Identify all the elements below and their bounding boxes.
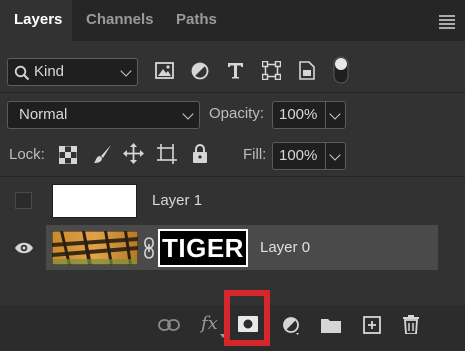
layer-name[interactable]: Layer 1 <box>152 192 202 209</box>
new-group-icon[interactable] <box>321 317 341 333</box>
filter-kind-dropdown[interactable]: Kind <box>7 58 138 86</box>
visibility-toggle-empty[interactable] <box>15 192 32 209</box>
shape-filter-icon[interactable] <box>262 61 281 80</box>
tab-channels[interactable]: Channels <box>86 0 154 41</box>
type-filter-icon[interactable] <box>227 62 244 79</box>
layer-mask-thumbnail[interactable]: TIGER <box>158 229 248 267</box>
new-layer-icon[interactable] <box>363 316 381 334</box>
smart-object-filter-icon[interactable] <box>299 61 315 80</box>
eye-icon[interactable] <box>14 241 34 255</box>
lock-all-icon[interactable] <box>192 144 208 164</box>
add-mask-icon[interactable] <box>238 316 258 332</box>
panel-menu-icon[interactable] <box>439 15 455 31</box>
image-filter-icon[interactable] <box>155 62 174 79</box>
filter-kind-label: Kind <box>34 63 65 80</box>
fill-label: Fill: <box>243 146 267 163</box>
opacity-value[interactable]: 100% <box>279 102 317 128</box>
tab-layers[interactable]: Layers <box>0 0 72 41</box>
link-layers-icon[interactable] <box>158 319 180 331</box>
tab-paths[interactable]: Paths <box>176 0 217 41</box>
adjustment-layer-icon[interactable] <box>283 317 301 335</box>
layer-name[interactable]: Layer 0 <box>260 239 310 256</box>
lock-label: Lock: <box>9 146 45 163</box>
layer-thumbnail <box>52 184 137 218</box>
mask-link-icon[interactable] <box>143 237 155 259</box>
chevron-down-icon <box>120 65 132 77</box>
blend-mode-dropdown[interactable]: Normal <box>7 101 200 129</box>
divider <box>325 102 326 128</box>
lock-image-pixels-icon[interactable] <box>93 144 113 164</box>
chevron-down-icon[interactable] <box>329 149 341 161</box>
divider <box>0 92 465 93</box>
search-icon <box>14 65 30 81</box>
lock-transparent-pixels-icon[interactable] <box>59 146 77 164</box>
fill-field[interactable]: 100% <box>272 142 346 170</box>
layer-style-icon[interactable]: fx <box>201 313 218 334</box>
delete-layer-icon[interactable] <box>403 315 419 334</box>
opacity-field[interactable]: 100% <box>272 101 346 129</box>
chevron-down-icon[interactable] <box>329 108 341 120</box>
divider <box>325 143 326 169</box>
opacity-label: Opacity: <box>209 105 265 122</box>
lock-position-icon[interactable] <box>123 143 144 164</box>
adjustment-filter-icon[interactable] <box>191 62 209 80</box>
chevron-down-icon <box>182 108 194 120</box>
filter-toggle-icon[interactable] <box>333 56 349 84</box>
blend-mode-value: Normal <box>19 106 68 123</box>
layer-thumbnail-tiger <box>52 231 138 265</box>
fill-value[interactable]: 100% <box>279 143 317 169</box>
mask-text: TIGER <box>162 233 244 263</box>
lock-artboard-icon[interactable] <box>157 144 177 164</box>
